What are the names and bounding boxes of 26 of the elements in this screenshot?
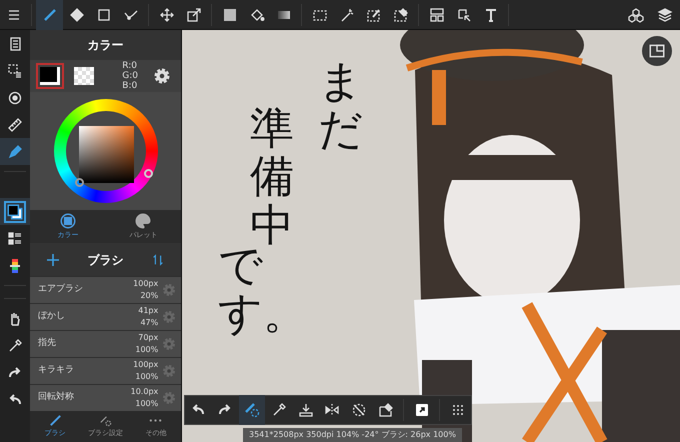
color-handle[interactable] xyxy=(74,178,84,187)
handwritten-text: まだ xyxy=(318,58,364,158)
saturation-square[interactable] xyxy=(78,126,134,183)
palette-icon xyxy=(134,212,152,230)
panel-title: カラー xyxy=(88,37,124,54)
brush-icon[interactable] xyxy=(36,0,63,30)
brush-item[interactable]: キラキラ 100px 100% xyxy=(30,357,181,384)
brush-selection-icon[interactable] xyxy=(238,395,266,425)
pen-icon[interactable] xyxy=(0,138,30,165)
brush-item[interactable]: 指先 70px 100% xyxy=(30,330,181,357)
window-icon xyxy=(648,42,666,60)
hue-handle[interactable] xyxy=(144,169,152,178)
rgb-value: R:0 xyxy=(122,61,138,71)
handwritten-text: 準備中 xyxy=(250,105,295,251)
panel-title: ブラシ xyxy=(86,252,124,268)
brush-item[interactable]: ぼかし 41px 47% xyxy=(30,303,181,330)
brush-icon xyxy=(48,413,63,428)
brush-item[interactable]: エアブラシ 100px 20% xyxy=(30,276,181,303)
color-wheel-icon xyxy=(58,212,77,230)
brush-item[interactable]: 回転対称 10.0px 100% xyxy=(30,384,181,411)
foreground-color-swatch[interactable] xyxy=(36,63,64,89)
rgb-value: B:0 xyxy=(122,81,138,91)
color-swatch-icon[interactable] xyxy=(0,198,30,225)
window-button[interactable] xyxy=(642,36,672,66)
rgb-value: G:0 xyxy=(122,71,138,81)
status-bar: 3541*2508px 350dpi 104% -24° ブラシ: 26px 100% xyxy=(243,428,462,442)
